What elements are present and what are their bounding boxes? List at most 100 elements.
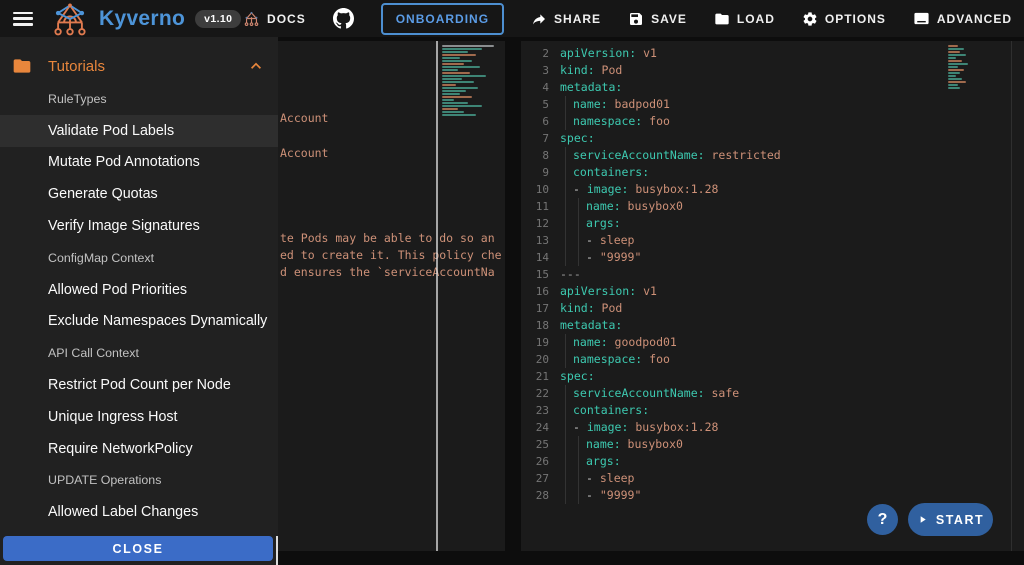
- sidebar-item-generate-quotas[interactable]: Generate Quotas: [0, 178, 278, 210]
- version-badge: v1.10: [195, 10, 241, 28]
- code-text: kind: Pod: [560, 300, 622, 317]
- sidebar-item-ruletypes[interactable]: RuleTypes: [0, 83, 278, 115]
- sidebar-item-require-networkpolicy[interactable]: Require NetworkPolicy: [0, 433, 278, 465]
- sidebar-item-allowed-pod-priorities[interactable]: Allowed Pod Priorities: [0, 274, 278, 306]
- nav-options-button[interactable]: OPTIONS: [802, 11, 886, 27]
- sidebar-item-label: Unique Ingress Host: [48, 409, 178, 425]
- minimap-line: [442, 66, 480, 68]
- minimap-line: [948, 51, 960, 53]
- nav-github-button[interactable]: [333, 8, 354, 29]
- header-nav: DOCS ONBOARDING SHARE SAVE LOAD OPTIONS ADVANC…: [243, 3, 1024, 35]
- code-text: ---: [560, 266, 581, 283]
- nav-docs-button[interactable]: DOCS: [243, 10, 306, 27]
- nav-advanced-button[interactable]: ADVANCED: [913, 10, 1012, 27]
- sidebar-item-label: Generate Quotas: [48, 186, 158, 202]
- policy-editor-panel[interactable]: AccountAccountte Pods may be able to do …: [278, 41, 505, 551]
- line-number: 13: [521, 232, 549, 249]
- nav-load-button[interactable]: LOAD: [714, 11, 775, 27]
- sidebar-item-label: Verify Image Signatures: [48, 218, 200, 234]
- sidebar-item-api-call-context[interactable]: API Call Context: [0, 337, 278, 369]
- console-icon: [913, 10, 930, 27]
- sidebar-item-allowed-label-changes[interactable]: Allowed Label Changes: [0, 496, 278, 528]
- line-number: 24: [521, 419, 549, 436]
- code-text: namespace: foo: [560, 351, 670, 368]
- sidebar-item-label: UPDATE Operations: [48, 473, 161, 487]
- resource-minimap[interactable]: [948, 45, 968, 90]
- share-icon: [531, 11, 547, 27]
- policy-code-fragment: Account: [280, 146, 328, 160]
- sidebar-item-configmap-context[interactable]: ConfigMap Context: [0, 242, 278, 274]
- close-button[interactable]: CLOSE: [3, 536, 273, 561]
- resource-editor-panel[interactable]: 2apiVersion: v13kind: Pod4metadata:5name…: [521, 41, 1024, 551]
- code-text: name: busybox0: [560, 198, 683, 215]
- line-number: 20: [521, 351, 549, 368]
- sidebar-item-unique-ingress-host[interactable]: Unique Ingress Host: [0, 401, 278, 433]
- sidebar-item-validate-pod-labels[interactable]: Validate Pod Labels: [0, 115, 278, 147]
- line-number: 21: [521, 368, 549, 385]
- minimap-line: [442, 111, 464, 113]
- nav-save-button[interactable]: SAVE: [628, 11, 687, 27]
- minimap-line: [948, 57, 956, 59]
- menu-icon[interactable]: [13, 12, 33, 26]
- sidebar-item-verify-image-signatures[interactable]: Verify Image Signatures: [0, 210, 278, 242]
- nav-share-button[interactable]: SHARE: [531, 11, 601, 27]
- minimap-line: [442, 57, 460, 59]
- code-line: 21spec:: [521, 368, 1024, 385]
- sidebar-item-restrict-pod-count-per-node[interactable]: Restrict Pod Count per Node: [0, 369, 278, 401]
- sidebar-scrollbar[interactable]: [276, 536, 278, 565]
- code-text: name: goodpod01: [560, 334, 677, 351]
- minimap-line: [442, 72, 470, 74]
- minimap-line: [442, 99, 454, 101]
- editor-scrollbar[interactable]: [1011, 41, 1012, 551]
- sidebar-item-label: Allowed Pod Priorities: [48, 282, 187, 298]
- code-line: 19 name: goodpod01: [521, 334, 1024, 351]
- line-number: 16: [521, 283, 549, 300]
- code-text: apiVersion: v1: [560, 283, 657, 300]
- code-line: 13- sleep: [521, 232, 1024, 249]
- policy-code-fragment: d ensures the `serviceAccountNa: [280, 265, 495, 279]
- kyverno-mini-icon: [243, 10, 260, 27]
- sidebar-item-exclude-namespaces-dynamically[interactable]: Exclude Namespaces Dynamically: [0, 306, 278, 338]
- code-text: apiVersion: v1: [560, 45, 657, 62]
- policy-minimap[interactable]: [442, 45, 494, 117]
- line-number: 18: [521, 317, 549, 334]
- minimap-line: [948, 81, 966, 83]
- minimap-line: [442, 96, 472, 98]
- sidebar-item-label: Mutate Pod Annotations: [48, 154, 200, 170]
- minimap-line: [442, 108, 458, 110]
- code-text: metadata:: [560, 79, 622, 96]
- start-button[interactable]: START: [908, 503, 993, 536]
- chevron-up-icon[interactable]: [246, 56, 266, 76]
- help-button[interactable]: ?: [867, 504, 898, 535]
- code-text: - sleep: [560, 470, 634, 487]
- line-number: 4: [521, 79, 549, 96]
- gear-icon: [802, 11, 818, 27]
- sidebar-item-label: RuleTypes: [48, 92, 107, 106]
- line-number: 19: [521, 334, 549, 351]
- code-line: 10- image: busybox:1.28: [521, 181, 1024, 198]
- code-text: - image: busybox:1.28: [560, 419, 718, 436]
- minimap-line: [442, 51, 468, 53]
- kyverno-logo-icon: [49, 2, 91, 36]
- minimap-line: [442, 63, 464, 65]
- minimap-line: [948, 45, 958, 47]
- minimap-line: [948, 72, 960, 74]
- line-number: 23: [521, 402, 549, 419]
- minimap-line: [442, 45, 494, 47]
- minimap-line: [948, 69, 964, 71]
- sidebar-group-tutorials[interactable]: Tutorials: [0, 49, 278, 83]
- code-text: kind: Pod: [560, 62, 622, 79]
- minimap-slider[interactable]: [436, 41, 438, 551]
- minimap-line: [442, 48, 482, 50]
- code-editor[interactable]: 2apiVersion: v13kind: Pod4metadata:5name…: [521, 45, 1024, 504]
- code-line: 6namespace: foo: [521, 113, 1024, 130]
- code-line: 15---: [521, 266, 1024, 283]
- minimap-line: [442, 90, 466, 92]
- line-number: 7: [521, 130, 549, 147]
- sidebar-item-mutate-pod-annotations[interactable]: Mutate Pod Annotations: [0, 147, 278, 179]
- minimap-line: [442, 105, 482, 107]
- nav-onboarding-button[interactable]: ONBOARDING: [381, 3, 504, 35]
- minimap-line: [948, 63, 968, 65]
- sidebar-item-update-operations[interactable]: UPDATE Operations: [0, 465, 278, 497]
- minimap-line: [948, 75, 956, 77]
